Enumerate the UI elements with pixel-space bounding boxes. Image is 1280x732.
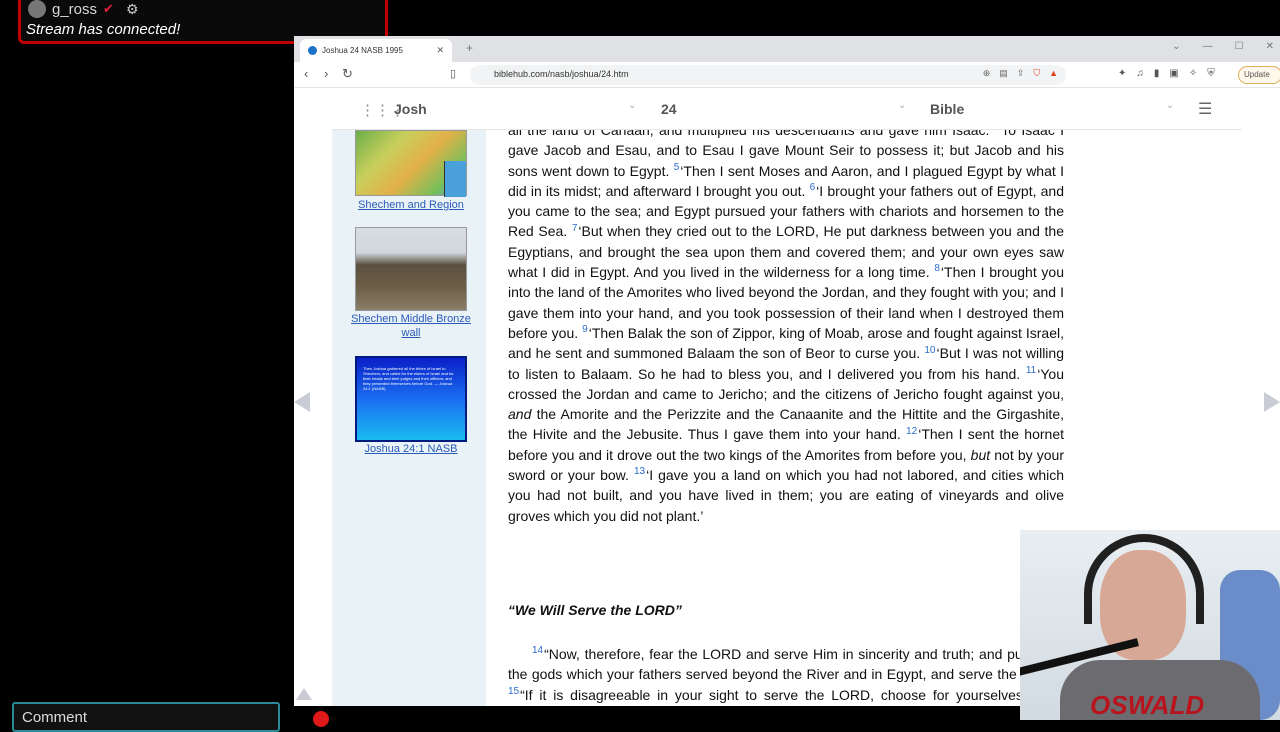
minimize-icon[interactable]: —: [1203, 41, 1213, 52]
shirt-logo: OSWALD: [1090, 690, 1205, 720]
sidebar-caption-link[interactable]: Shechem and Region: [346, 198, 476, 212]
verse-number-link[interactable]: 10: [924, 345, 935, 356]
verse-number-link[interactable]: 7: [572, 223, 578, 234]
window-controls: ⌄ — ☐ ✕: [1172, 41, 1274, 52]
headset: [1084, 534, 1204, 624]
new-tab-icon[interactable]: +: [466, 41, 473, 55]
prev-chapter-icon[interactable]: [294, 392, 310, 412]
italic-word: and: [508, 406, 532, 423]
verse-image[interactable]: Then Joshua gathered all the tribes of I…: [355, 356, 467, 442]
book-select[interactable]: Josh: [394, 101, 427, 117]
verse-text: “Now, therefore, fear the LORD and serve…: [508, 646, 1064, 683]
resource-sidebar: Shechem and Region Shechem Middle Bronze…: [332, 130, 486, 706]
browser-toolbar: ‹ › ↻ ▯ biblehub.com/nasb/joshua/24.htm …: [294, 62, 1280, 88]
verse-number-link[interactable]: 15: [508, 686, 519, 697]
extensions-icon[interactable]: ✦: [1118, 68, 1126, 79]
verse-number-link[interactable]: 11: [1026, 365, 1036, 376]
passage-paragraph: all the land of Canaan, and multiplied h…: [508, 130, 1064, 526]
address-bar[interactable]: biblehub.com/nasb/joshua/24.htm ⊕ ▤ ⇪ ⛉ …: [470, 65, 1066, 85]
verse-number-link[interactable]: 4: [995, 130, 1001, 132]
stream-user-row: g_ross ✔ ⚙: [28, 0, 139, 18]
wallet-icon[interactable]: ▣: [1169, 68, 1178, 79]
tab-bar: Joshua 24 NASB 1995 ✕ + ⌄ — ☐ ✕: [294, 36, 1280, 62]
brave-shield-icon[interactable]: ⛉: [1033, 68, 1040, 79]
sidebar-icon[interactable]: ▮: [1154, 68, 1160, 79]
italic-word: but: [970, 446, 991, 463]
section-heading: “We Will Serve the LORD”: [508, 602, 682, 618]
reader-mode-icon[interactable]: ▤: [999, 68, 1008, 79]
reload-icon[interactable]: ↻: [342, 66, 353, 82]
chevron-down-icon: ⌄: [1166, 100, 1175, 111]
sidebar-caption-link[interactable]: Shechem Middle Bronze wall: [346, 312, 476, 340]
sidebar-caption-link[interactable]: Joshua 24:1 NASB: [346, 442, 476, 456]
verse-text: “If it is disagreeable in your sight to …: [520, 686, 1064, 703]
tab-title: Joshua 24 NASB 1995: [322, 46, 403, 55]
chevron-down-icon: ⌄: [628, 100, 637, 111]
version-select[interactable]: Bible: [930, 101, 964, 117]
verse-number-link[interactable]: 14: [532, 645, 543, 656]
tab-active[interactable]: Joshua 24 NASB 1995 ✕: [300, 39, 452, 62]
verse-number-link[interactable]: 5: [674, 162, 680, 173]
address-bar-icons: ⊕ ▤ ⇪ ⛉ ▲: [983, 68, 1058, 79]
verse-text: all the land of Canaan, and multiplied h…: [508, 130, 990, 138]
chevron-down-icon: ⌄: [898, 100, 907, 111]
shechem-region-map-image[interactable]: [355, 130, 467, 197]
webcam-overlay: OSWALD: [1020, 530, 1280, 720]
passage-paragraph: 14“Now, therefore, fear the LORD and ser…: [508, 644, 1064, 706]
chapter-text: all the land of Canaan, and multiplied h…: [508, 130, 1068, 706]
record-indicator-icon: [313, 711, 329, 727]
bookmark-icon[interactable]: ▯: [450, 67, 456, 80]
site-favicon-icon: [308, 46, 317, 55]
close-tab-icon[interactable]: ✕: [436, 45, 444, 56]
verse-number-link[interactable]: 6: [810, 182, 816, 193]
back-icon[interactable]: ‹: [304, 66, 308, 81]
extension-icons: ✦ ♫ ▮ ▣ ✧ ⛨: [1118, 68, 1215, 79]
verse-number-link[interactable]: 8: [934, 263, 940, 274]
verified-check-icon: ✔: [103, 1, 114, 16]
comment-input[interactable]: Comment: [12, 702, 280, 732]
scroll-top-icon[interactable]: [296, 688, 312, 700]
verse-number-link[interactable]: 9: [582, 324, 588, 335]
bible-nav-bar: ⋮⋮⋮ Josh ⌄ 24 ⌄ Bible ⌄ ☰: [332, 88, 1242, 130]
close-window-icon[interactable]: ✕: [1266, 41, 1274, 52]
update-button[interactable]: Update: [1238, 66, 1280, 84]
chapter-select[interactable]: 24: [661, 101, 677, 117]
url-text: biblehub.com/nasb/joshua/24.htm: [494, 69, 629, 79]
vpn-icon[interactable]: ⛨: [1207, 68, 1215, 79]
gear-icon[interactable]: ⚙: [126, 1, 139, 18]
brave-rewards-icon[interactable]: ▲: [1049, 68, 1058, 79]
hamburger-menu-icon[interactable]: ☰: [1198, 99, 1212, 119]
tab-search-icon[interactable]: ⌄: [1172, 41, 1180, 52]
stream-status-message: Stream has connected!: [26, 21, 181, 38]
stream-username: g_ross: [52, 0, 98, 18]
maximize-icon[interactable]: ☐: [1235, 41, 1244, 52]
next-chapter-icon[interactable]: [1264, 392, 1280, 412]
verse-image-text: Then Joshua gathered all the tribes of I…: [363, 366, 454, 391]
media-icon[interactable]: ♫: [1136, 68, 1144, 79]
share-icon[interactable]: ⇪: [1017, 68, 1025, 79]
shechem-wall-photo[interactable]: [355, 227, 467, 311]
zoom-icon[interactable]: ⊕: [983, 68, 991, 79]
verse-number-link[interactable]: 13: [634, 466, 645, 477]
leo-icon[interactable]: ✧: [1189, 68, 1197, 79]
forward-icon[interactable]: ›: [324, 66, 328, 81]
verse-number-link[interactable]: 12: [906, 426, 917, 437]
user-avatar: [28, 0, 46, 18]
